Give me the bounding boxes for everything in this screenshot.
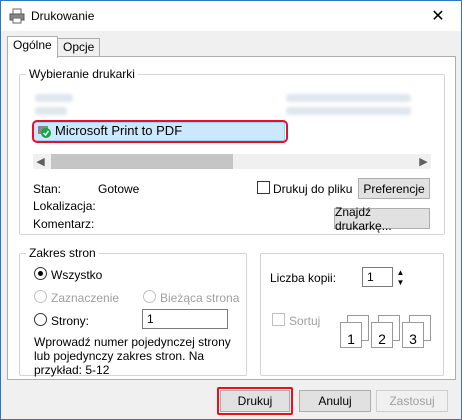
tab-options[interactable]: Opcje bbox=[57, 38, 101, 57]
scroll-right-icon[interactable]: ▶ bbox=[416, 154, 431, 169]
current-page-radio[interactable] bbox=[143, 290, 156, 303]
window-title: Drukowanie bbox=[31, 9, 95, 23]
comment-label: Komentarz: bbox=[33, 217, 95, 231]
copies-input[interactable]: 1 bbox=[362, 267, 393, 287]
pages-input[interactable]: 1 bbox=[142, 309, 228, 329]
page-range-hint: Wprowadź numer pojedynczej strony lub po… bbox=[34, 335, 231, 377]
selected-printer-callout bbox=[32, 120, 288, 143]
page-range-legend: Zakres stron bbox=[29, 246, 96, 260]
collate-checkbox[interactable] bbox=[272, 313, 285, 326]
all-pages-radio[interactable] bbox=[34, 267, 47, 280]
close-button[interactable]: ✕ bbox=[415, 1, 461, 31]
location-label: Lokalizacja: bbox=[33, 199, 96, 213]
status-label: Stan: bbox=[33, 182, 62, 196]
spin-up-icon[interactable]: ▲ bbox=[393, 267, 408, 277]
selection-radio[interactable] bbox=[34, 290, 47, 303]
pages-radio[interactable] bbox=[34, 313, 47, 326]
apply-button[interactable]: Zastosuj bbox=[376, 390, 448, 412]
blurred-printer[interactable] bbox=[35, 107, 67, 115]
blurred-printer[interactable] bbox=[286, 94, 411, 102]
scroll-left-icon[interactable]: ◀ bbox=[33, 154, 48, 169]
collate-page-icon: 2 bbox=[371, 322, 393, 348]
all-pages-label[interactable]: Wszystko bbox=[51, 268, 102, 282]
scrollbar-thumb[interactable] bbox=[51, 154, 233, 169]
collate-label[interactable]: Sortuj bbox=[289, 314, 320, 328]
title-bar: Drukowanie ✕ bbox=[1, 1, 461, 31]
pages-label[interactable]: Strony: bbox=[51, 314, 89, 328]
printer-selection-legend: Wybieranie drukarki bbox=[29, 67, 135, 81]
print-button-callout bbox=[217, 387, 293, 415]
collate-page-icon: 3 bbox=[402, 322, 424, 348]
print-dialog: Drukowanie ✕ Ogólne Opcje Wybieranie dru… bbox=[0, 0, 462, 420]
copies-spinner[interactable]: ▲ ▼ bbox=[393, 267, 408, 287]
copies-label: Liczba kopii: bbox=[270, 271, 337, 285]
blurred-printer[interactable] bbox=[286, 107, 411, 115]
spin-down-icon[interactable]: ▼ bbox=[393, 277, 408, 287]
selection-label[interactable]: Zaznaczenie bbox=[51, 291, 119, 305]
find-printer-button[interactable]: Znajdź drukarkę... bbox=[334, 205, 430, 233]
current-page-label[interactable]: Bieżąca strona bbox=[160, 291, 239, 305]
collate-page-icon: 1 bbox=[340, 322, 362, 348]
print-to-file-checkbox[interactable] bbox=[257, 181, 270, 194]
close-icon: ✕ bbox=[431, 8, 445, 25]
blurred-printer[interactable] bbox=[35, 94, 73, 102]
tab-general[interactable]: Ogólne bbox=[7, 36, 58, 58]
print-to-file-label[interactable]: Drukuj do pliku bbox=[273, 182, 352, 196]
printer-list-scrollbar[interactable]: ◀ ▶ bbox=[33, 154, 431, 169]
preferences-button[interactable]: Preferencje bbox=[358, 178, 430, 199]
status-value: Gotowe bbox=[98, 182, 140, 196]
cancel-button[interactable]: Anuluj bbox=[299, 390, 371, 412]
printer-icon bbox=[9, 8, 25, 24]
